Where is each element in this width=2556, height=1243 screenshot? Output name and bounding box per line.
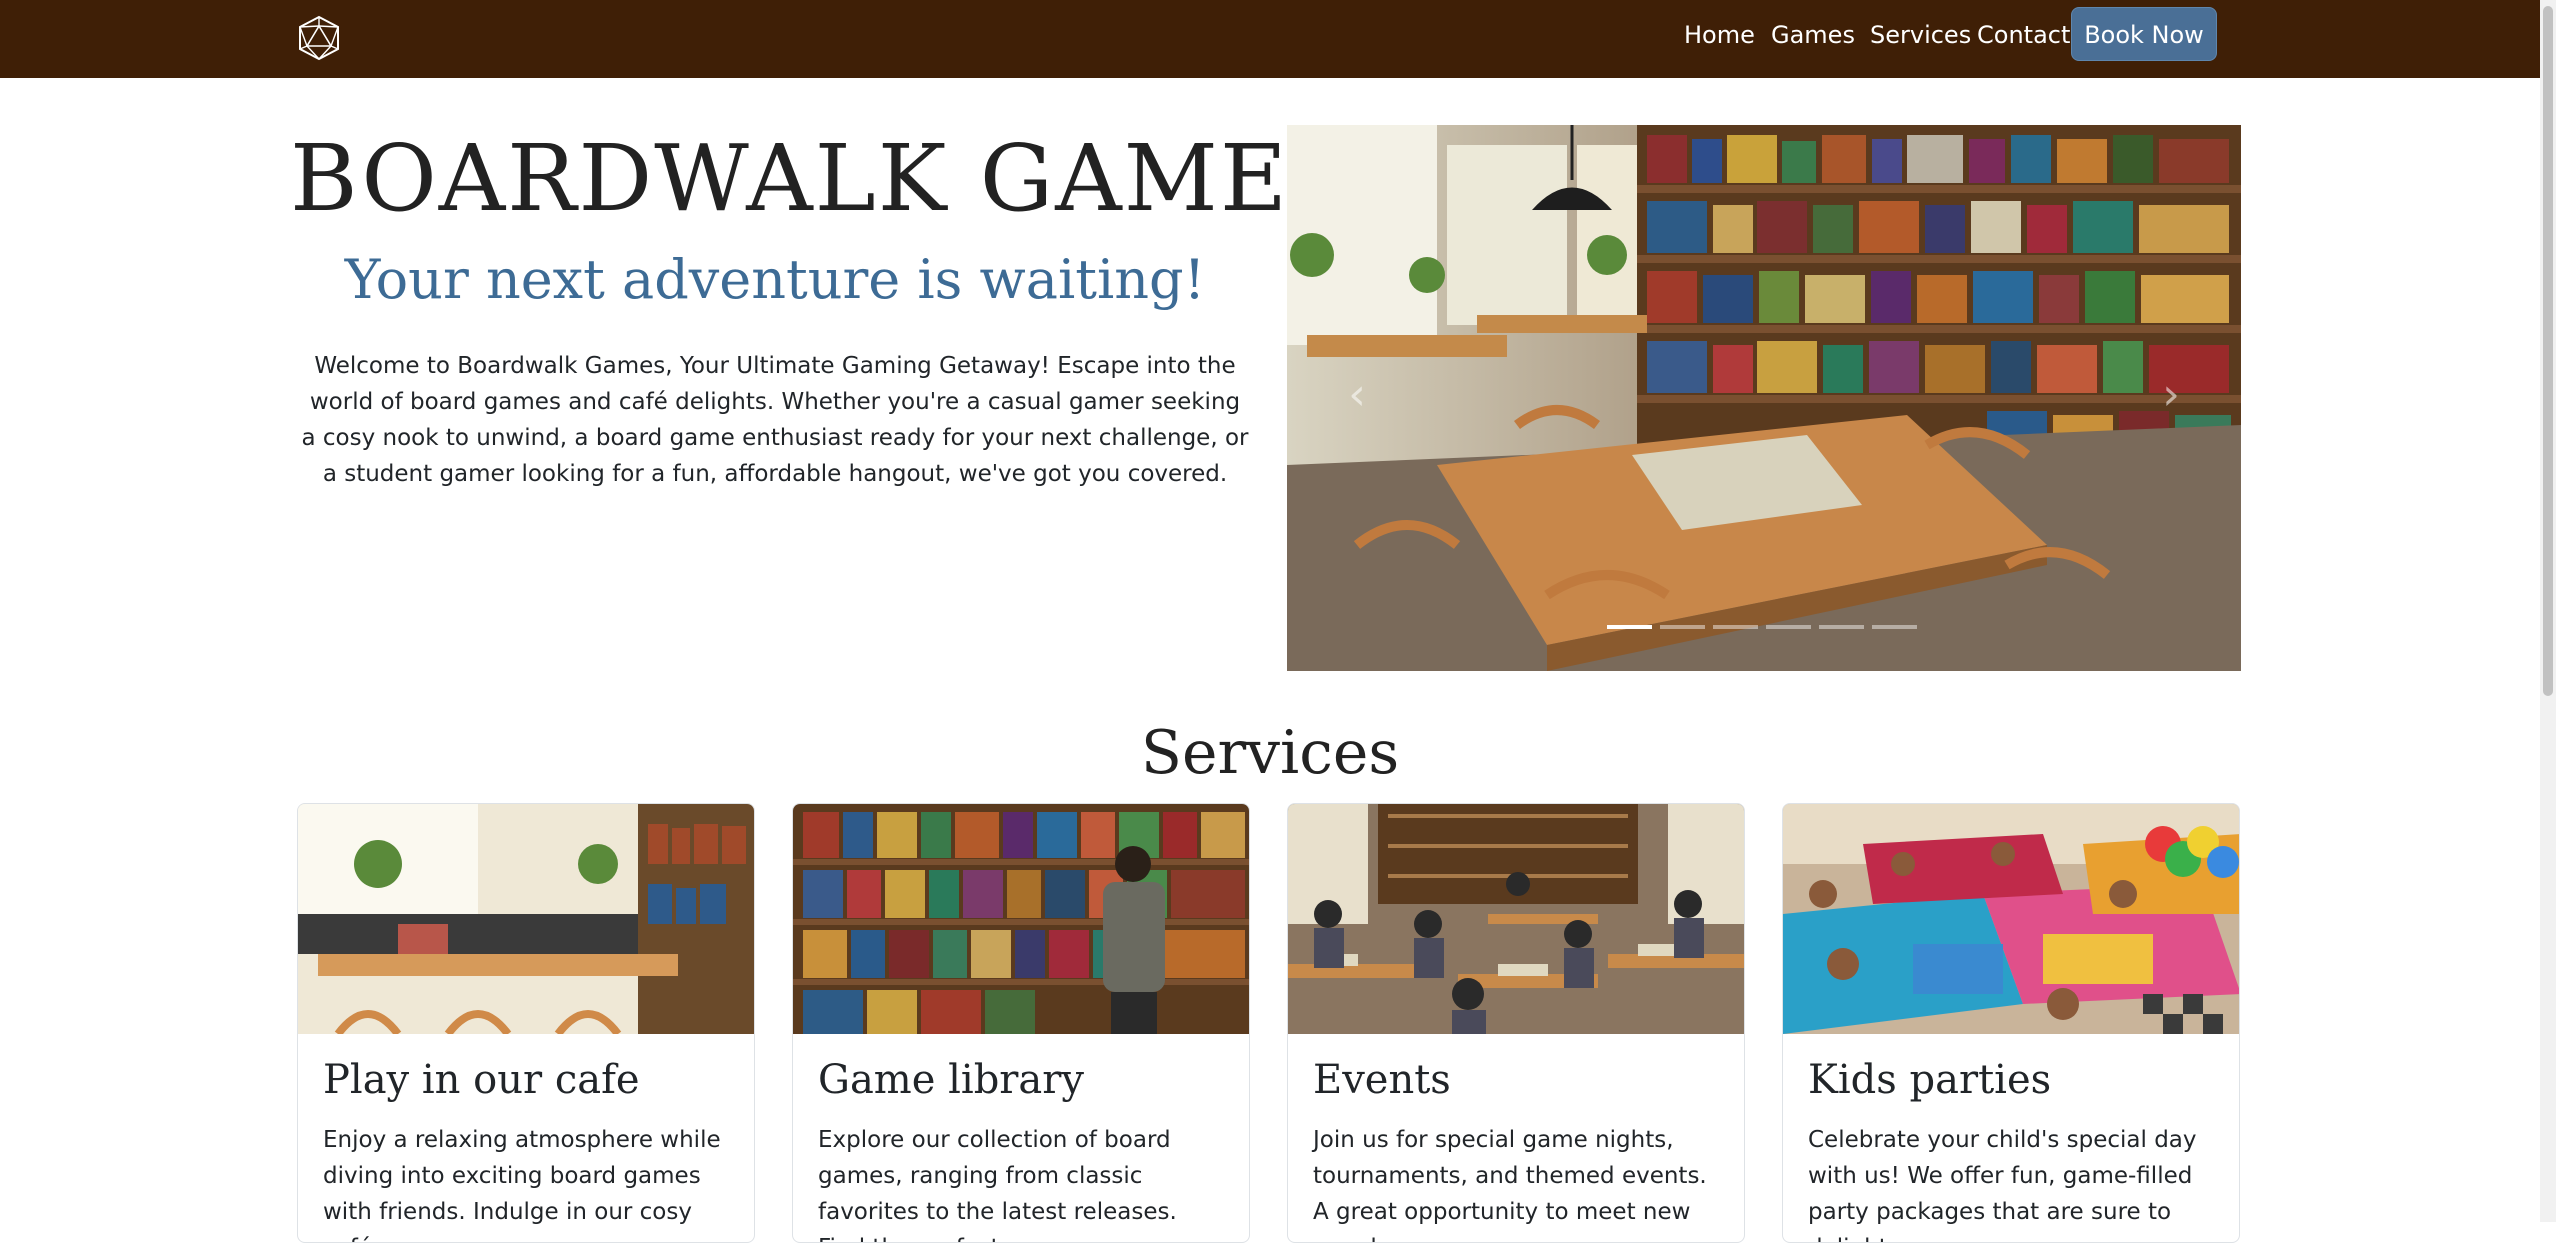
card-image [1783, 804, 2239, 1034]
carousel-slide-image [1287, 125, 2241, 671]
nav-link-services[interactable]: Services [1870, 20, 1971, 50]
service-card-cafe[interactable]: Play in our cafe Enjoy a relaxing atmosp… [297, 803, 755, 1243]
hero-carousel[interactable] [1287, 125, 2241, 671]
carousel-indicator[interactable] [1819, 625, 1864, 629]
nav-link-home[interactable]: Home [1684, 20, 1755, 50]
carousel-indicator[interactable] [1766, 625, 1811, 629]
service-card-kids-parties[interactable]: Kids parties Celebrate your child's spec… [1782, 803, 2240, 1243]
nav-link-contact[interactable]: Contact [1977, 20, 2070, 50]
navbar: Home Games Services Contact Book Now [0, 0, 2540, 78]
card-text: Celebrate your child's special day with … [1808, 1127, 2197, 1242]
card-text: Explore our collection of board games, r… [818, 1127, 1177, 1242]
service-card-events[interactable]: Events Join us for special game nights, … [1287, 803, 1745, 1243]
card-text: Enjoy a relaxing atmosphere while diving… [323, 1127, 721, 1242]
card-title: Game library [818, 1057, 1084, 1103]
scrollbar-thumb[interactable] [2543, 6, 2553, 696]
carousel-indicator[interactable] [1607, 625, 1652, 629]
card-title: Play in our cafe [323, 1057, 640, 1103]
card-title: Events [1313, 1057, 1451, 1103]
service-card-library[interactable]: Game library Explore our collection of b… [792, 803, 1250, 1243]
carousel-indicator[interactable] [1872, 625, 1917, 629]
carousel-indicator[interactable] [1713, 625, 1758, 629]
card-image [298, 804, 754, 1034]
card-text: Join us for special game nights, tournam… [1313, 1127, 1707, 1242]
hero-title: BOARDWALK GAMES [290, 125, 1355, 232]
book-now-button[interactable]: Book Now [2071, 7, 2217, 61]
card-image [1288, 804, 1744, 1034]
nav-link-games[interactable]: Games [1771, 20, 1855, 50]
services-heading: Services [1140, 718, 1400, 788]
hero-intro-text: Welcome to Boardwalk Games, Your Ultimat… [301, 353, 1249, 487]
page-scrollbar[interactable] [2540, 0, 2556, 1222]
d20-dice-icon[interactable] [296, 14, 342, 62]
chevron-left-icon[interactable]: ‹ [1337, 370, 1377, 420]
carousel-indicator[interactable] [1660, 625, 1705, 629]
card-image [793, 804, 1249, 1034]
card-title: Kids parties [1808, 1057, 2052, 1103]
chevron-right-icon[interactable]: › [2151, 370, 2191, 420]
hero-subtitle: Your next adventure is waiting! [344, 248, 1206, 311]
